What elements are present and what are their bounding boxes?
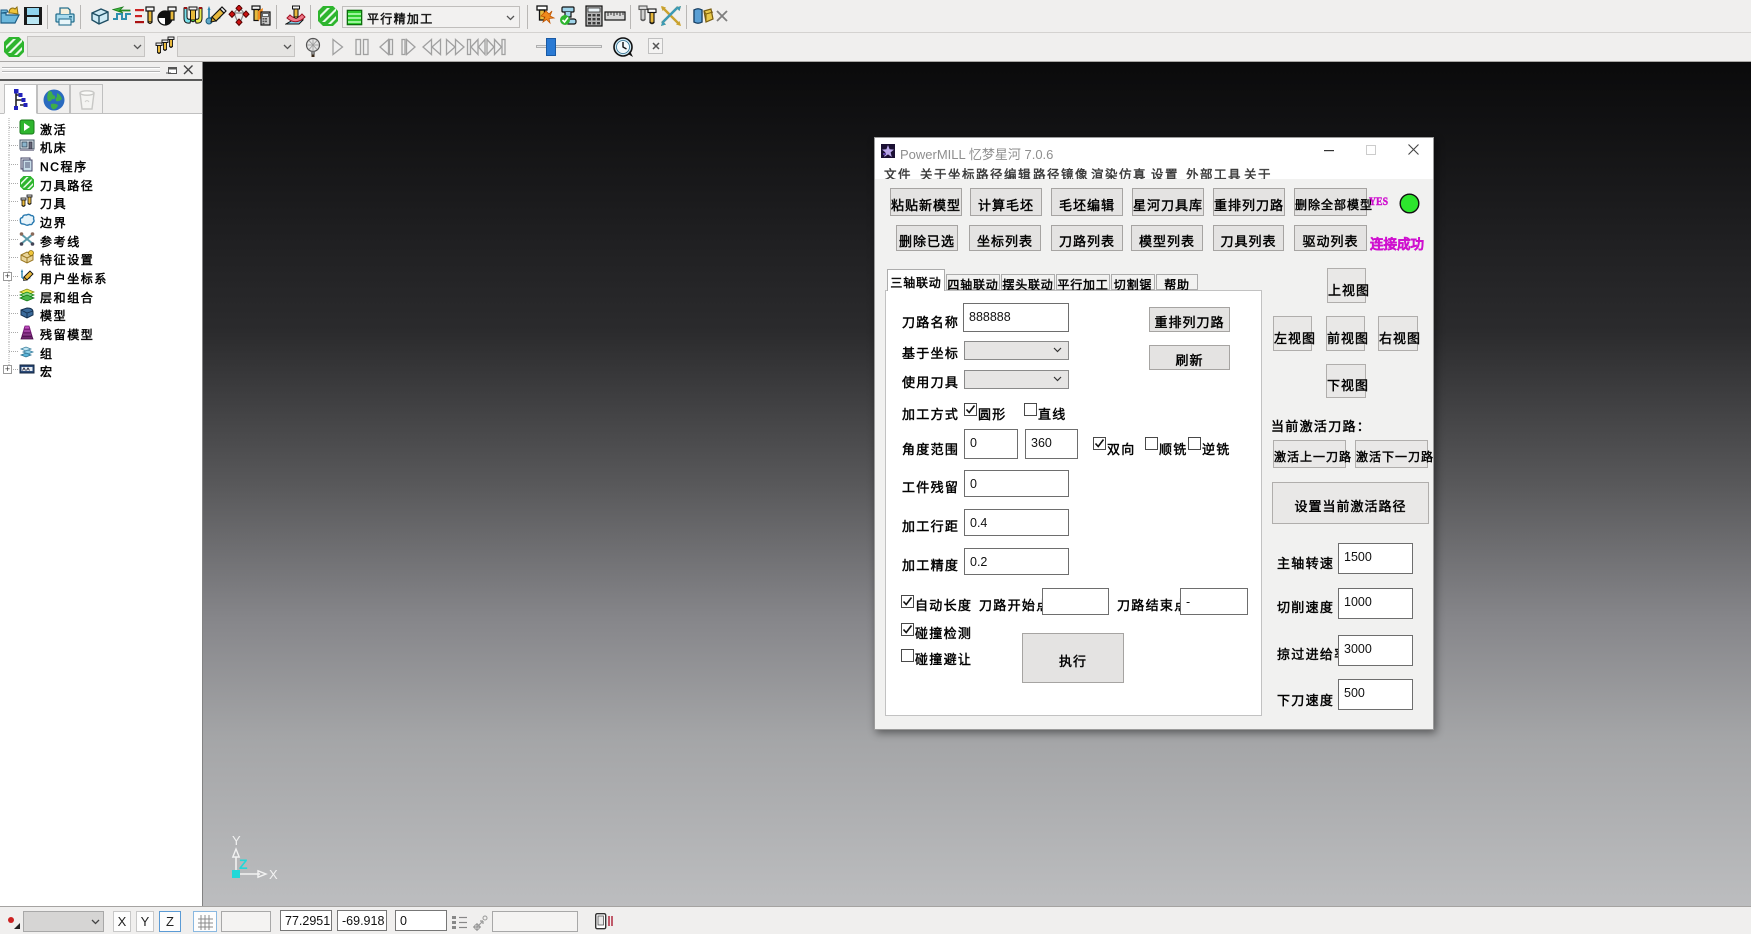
svg-text:Y: Y xyxy=(232,833,241,848)
svg-text:Z: Z xyxy=(239,856,248,872)
svg-text:X: X xyxy=(269,867,278,882)
